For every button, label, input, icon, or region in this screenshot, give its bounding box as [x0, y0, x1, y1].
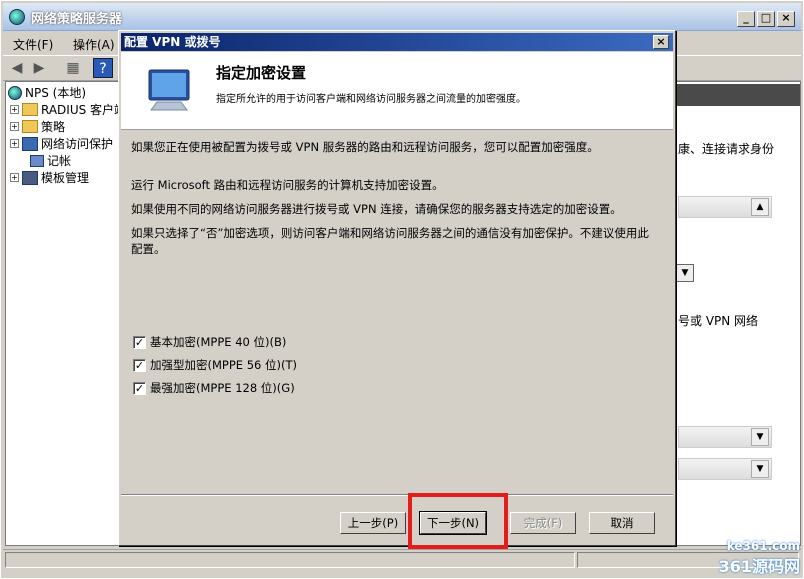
- back-button[interactable]: 上一步(P): [340, 512, 406, 534]
- back-arrow-icon[interactable]: ◀: [7, 58, 27, 78]
- expand-icon[interactable]: ▼: [751, 428, 769, 446]
- console-tree: NPS (本地) + RADIUS 客户端 + 策略 + 网络访问保护 记帐 +…: [5, 81, 126, 546]
- forward-arrow-icon[interactable]: ▶: [29, 58, 49, 78]
- collapse-icon[interactable]: ▲: [751, 198, 769, 216]
- tree-item-label: 策略: [41, 120, 66, 134]
- dropdown-arrow-icon[interactable]: ▼: [676, 264, 694, 282]
- configure-vpn-dialog: 配置 VPN 或拨号 × 指定加密设置 指定所允许的用于访问客户端和网络访问服务…: [118, 30, 676, 546]
- checkbox-basic-encryption[interactable]: ✓ 基本加密(MPPE 40 位)(B): [133, 334, 286, 350]
- nps-app-icon: [9, 9, 25, 25]
- menu-file[interactable]: 文件(F): [13, 36, 53, 53]
- status-bar: [3, 549, 801, 569]
- checkbox-label: 加强型加密(MPPE 56 位)(T): [150, 358, 297, 372]
- watermark: ke361.com 361源码网: [719, 539, 800, 577]
- tree-item-radius[interactable]: + RADIUS 客户端: [10, 101, 126, 118]
- checkbox-label: 最强加密(MPPE 128 位)(G): [150, 381, 295, 395]
- checkbox-checked-icon[interactable]: ✓: [133, 335, 146, 349]
- details-pane: 康、连接请求身份 ▲ ▼ 号或 VPN 网络 ▼ ▼: [675, 81, 801, 546]
- close-button[interactable]: ×: [777, 11, 795, 27]
- tree-item-label: 记帐: [47, 154, 72, 168]
- expand-icon[interactable]: +: [10, 139, 19, 148]
- tree-item-policies[interactable]: + 策略: [10, 118, 65, 135]
- details-header: [676, 84, 800, 106]
- checkbox-strongest-encryption[interactable]: ✓ 最强加密(MPPE 128 位)(G): [133, 380, 295, 396]
- tree-item-nap[interactable]: + 网络访问保护: [10, 135, 113, 152]
- help-icon[interactable]: ?: [93, 58, 113, 78]
- details-section[interactable]: ▼: [678, 458, 772, 480]
- dialog-title: 配置 VPN 或拨号: [124, 35, 221, 49]
- checkbox-strong-encryption[interactable]: ✓ 加强型加密(MPPE 56 位)(T): [133, 357, 297, 373]
- expand-icon[interactable]: +: [10, 173, 19, 182]
- dialog-title-bar: 配置 VPN 或拨号 ×: [121, 33, 673, 51]
- expand-icon[interactable]: ▼: [751, 460, 769, 478]
- details-text: 号或 VPN 网络: [678, 314, 759, 328]
- network-icon: [22, 136, 38, 151]
- maximize-button[interactable]: □: [757, 11, 775, 27]
- checkbox-checked-icon[interactable]: ✓: [133, 381, 146, 395]
- templates-icon: [22, 170, 38, 185]
- menu-action[interactable]: 操作(A): [73, 36, 115, 53]
- next-button-highlight: [408, 493, 508, 549]
- tree-item-accounting[interactable]: 记帐: [30, 152, 71, 169]
- minimize-button[interactable]: _: [737, 11, 755, 27]
- info-text-3: 如果使用不同的网络访问服务器进行拨号或 VPN 连接，请确保您的服务器支持选定的…: [131, 202, 622, 216]
- watermark-brand: 361源码网: [718, 557, 800, 576]
- checkbox-label: 基本加密(MPPE 40 位)(B): [150, 335, 287, 349]
- tree-item-templates[interactable]: + 模板管理: [10, 169, 89, 186]
- expand-icon[interactable]: +: [10, 122, 19, 131]
- expand-icon[interactable]: +: [10, 105, 19, 114]
- checkbox-checked-icon[interactable]: ✓: [133, 358, 146, 372]
- tree-item-label: 模板管理: [41, 171, 90, 185]
- console-tree-icon[interactable]: ▦: [63, 58, 83, 78]
- tree-item-label: 网络访问保护: [41, 137, 114, 151]
- cancel-button[interactable]: 取消: [589, 512, 655, 534]
- details-text: 康、连接请求身份: [678, 142, 775, 156]
- info-text-2: 运行 Microsoft 路由和远程访问服务的计算机支持加密设置。: [131, 178, 444, 192]
- tree-root[interactable]: NPS (本地): [8, 84, 86, 101]
- folder-icon: [22, 103, 38, 116]
- dialog-heading: 指定加密设置: [216, 64, 307, 82]
- window-title: 网络策略服务器: [31, 12, 123, 27]
- dialog-close-icon[interactable]: ×: [653, 35, 669, 49]
- dialog-separator: [121, 494, 673, 496]
- watermark-url: ke361.com: [726, 539, 800, 553]
- folder-icon: [22, 120, 38, 133]
- title-bar: 网络策略服务器 _ □ ×: [3, 3, 801, 31]
- monitor-icon: [148, 69, 190, 111]
- info-text-4: 如果只选择了“否”加密选项，则访问客户端和网络访问服务器之间的通信没有加密保护。…: [131, 226, 649, 256]
- details-section[interactable]: ▲: [678, 196, 772, 218]
- finish-button[interactable]: 完成(F): [510, 512, 576, 534]
- info-text-1: 如果您正在使用被配置为拨号或 VPN 服务器的路由和远程访问服务，您可以配置加密…: [131, 140, 599, 154]
- accounting-icon: [30, 154, 44, 167]
- dialog-header: 指定加密设置 指定所允许的用于访问客户端和网络访问服务器之间流量的加密强度。: [121, 52, 673, 130]
- tree-root-label: NPS (本地): [25, 86, 87, 100]
- nps-icon: [8, 85, 22, 100]
- dialog-subheading: 指定所允许的用于访问客户端和网络访问服务器之间流量的加密强度。: [216, 94, 526, 105]
- tree-item-label: RADIUS 客户端: [41, 103, 127, 117]
- details-section[interactable]: ▼: [678, 426, 772, 448]
